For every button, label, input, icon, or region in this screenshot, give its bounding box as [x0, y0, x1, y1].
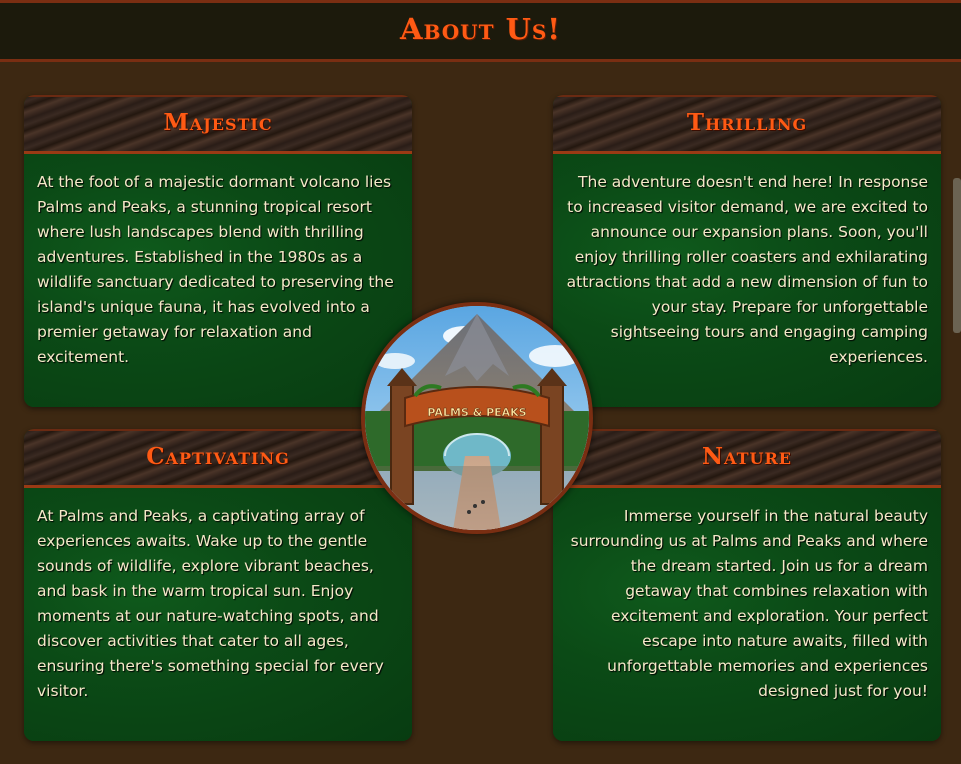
card-text-thrilling: The adventure doesn't end here! In respo… [553, 154, 941, 407]
card-nature: Nature Immerse yourself in the natural b… [553, 429, 941, 741]
card-title-majestic: Majestic [163, 109, 273, 136]
scrollbar-thumb[interactable] [953, 178, 961, 333]
card-text-captivating: At Palms and Peaks, a captivating array … [24, 488, 412, 741]
card-title-captivating: Captivating [146, 443, 290, 470]
card-title-thrilling: Thrilling [686, 109, 808, 136]
sign-text: PALMS & PEAKS [427, 406, 526, 419]
card-title-bar: Nature [553, 429, 941, 488]
card-majestic: Majestic At the foot of a majestic dorma… [24, 95, 412, 407]
card-text-majestic: At the foot of a majestic dormant volcan… [24, 154, 412, 407]
card-thrilling: Thrilling The adventure doesn't end here… [553, 95, 941, 407]
card-title-bar: Captivating [24, 429, 412, 488]
card-title-bar: Majestic [24, 95, 412, 154]
card-captivating: Captivating At Palms and Peaks, a captiv… [24, 429, 412, 741]
about-header: About Us! [0, 0, 961, 62]
page-title: About Us! [399, 12, 562, 46]
resort-entrance-illustration: PALMS & PEAKS [365, 306, 589, 530]
about-page: About Us! Majestic At the foot of a maje… [0, 0, 961, 764]
card-title-bar: Thrilling [553, 95, 941, 154]
resort-entrance-image: PALMS & PEAKS [361, 302, 593, 534]
card-title-nature: Nature [702, 443, 792, 470]
card-text-nature: Immerse yourself in the natural beauty s… [553, 488, 941, 741]
